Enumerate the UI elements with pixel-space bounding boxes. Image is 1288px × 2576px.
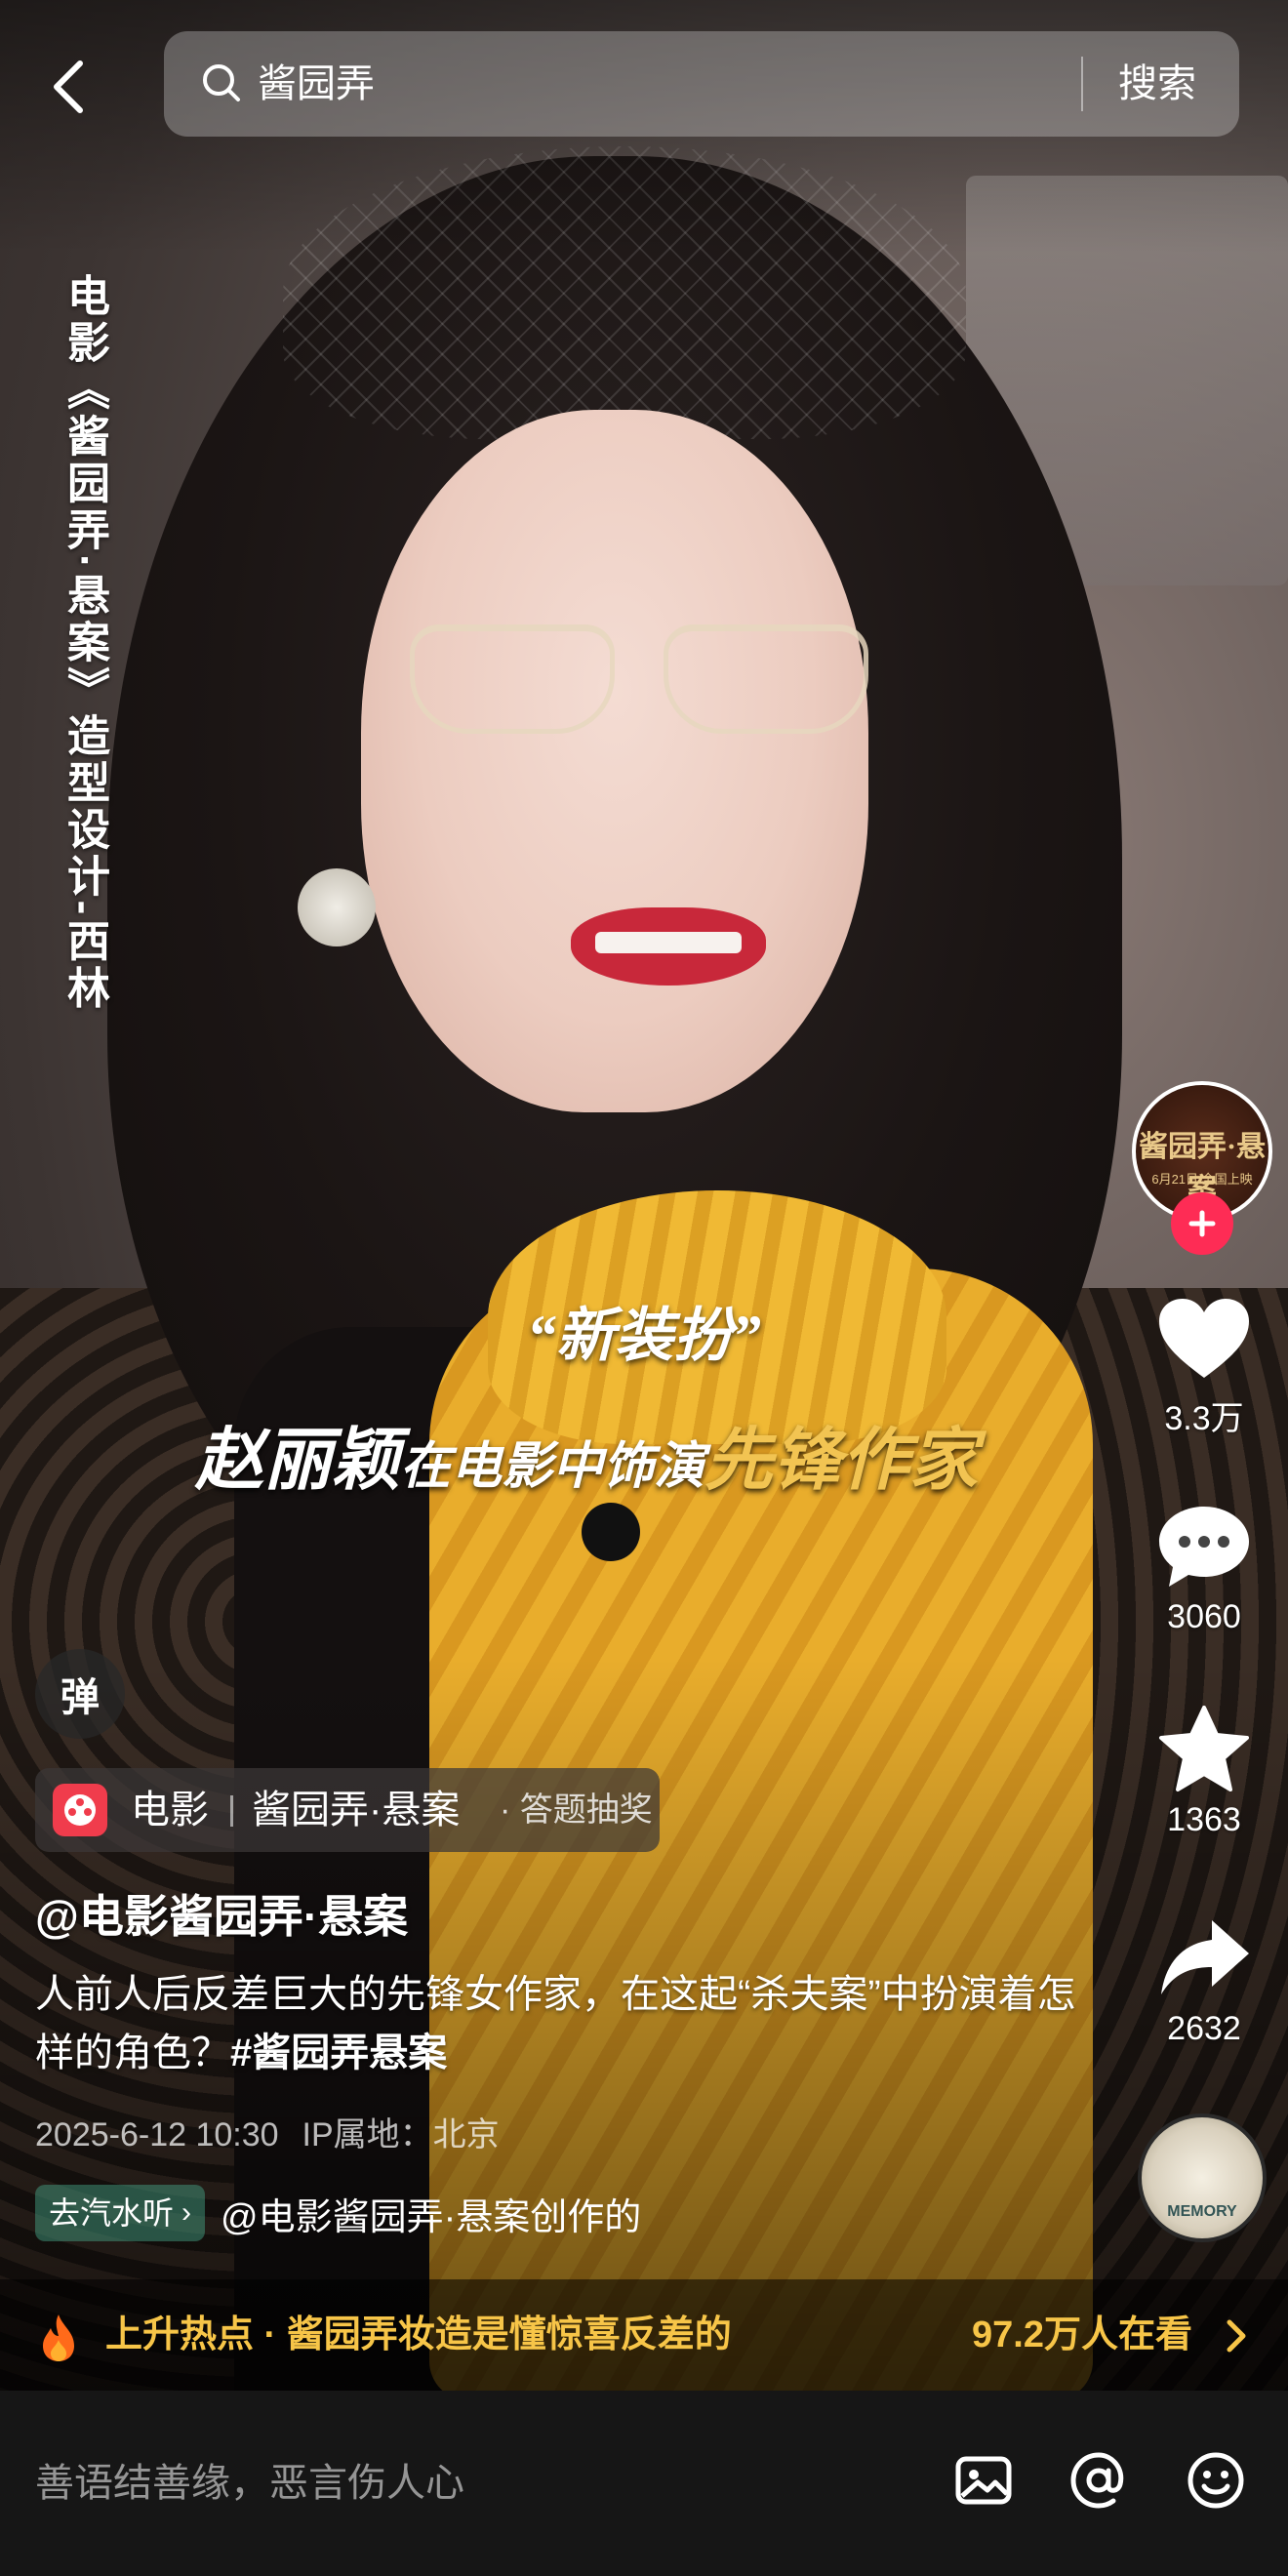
back-arrow-icon (54, 60, 83, 113)
movie-category: 电影 (131, 1789, 209, 1831)
movie-name: 酱园弄·悬案 (252, 1789, 461, 1831)
share-count: 2632 (1167, 2010, 1241, 2047)
share-button[interactable]: 2632 (1142, 1914, 1267, 2048)
hot-topic-text: 上升热点 · 酱园弄妆造是懂惊喜反差的 (105, 2314, 732, 2355)
at-icon[interactable] (1067, 2449, 1130, 2512)
music-disc[interactable]: MEMORY (1138, 2113, 1267, 2242)
search-icon (203, 64, 240, 101)
subtitle-line-1: “新装扮” (527, 1304, 761, 1368)
music-disc-text: MEMORY (1167, 2203, 1237, 2220)
chevron-right-icon (1227, 2319, 1246, 2353)
smile (595, 932, 742, 953)
search-bar[interactable]: 酱园弄 搜索 (164, 31, 1239, 137)
like-count: 3.3万 (1164, 1400, 1244, 1437)
vertical-video-title: 电影《酱园弄·悬案》造型设计-西林 (60, 273, 108, 1013)
movie-tag[interactable]: 电影 酱园弄·悬案 · 答题抽奖 (35, 1768, 660, 1852)
hot-topic-bar[interactable]: 上升热点 · 酱园弄妆造是懂惊喜反差的 97.2万人在看 (0, 2279, 1288, 2391)
description-text: 人前人后反差巨大的先锋女作家，在这起“杀夫案”中扮演着怎样的角色？ (35, 1973, 1076, 2074)
video-screen: 酱园弄 搜索 电影《酱园弄·悬案》造型设计-西林 “新装扮” 赵丽颖在电影中饰演… (0, 0, 1288, 2576)
movie-action: · 答题抽奖 (500, 1791, 653, 1829)
plus-icon (1188, 1210, 1216, 1237)
hashtag-link[interactable]: #酱园弄悬案 (230, 2032, 447, 2074)
star-icon (1159, 1706, 1249, 1791)
comment-bar: 善语结善缘，恶言伤人心 (0, 2391, 1288, 2576)
avatar-logo-sub: 6月21日 全国上映 (1151, 1172, 1253, 1187)
search-input[interactable]: 酱园弄 (258, 31, 375, 137)
earring (298, 868, 376, 946)
face (361, 410, 868, 1112)
post-meta: 2025-6-12 10:30 IP属地：北京 (35, 2108, 500, 2155)
fire-icon (43, 2314, 74, 2361)
lapel-microphone (582, 1503, 640, 1561)
follow-button[interactable] (1171, 1192, 1233, 1255)
subtitle-name: 赵丽颖 (195, 1424, 400, 1499)
movie-icon (53, 1784, 107, 1836)
chevron-right-icon: › (181, 2196, 192, 2229)
comment-icon (1159, 1507, 1249, 1587)
ip-location: IP属地：北京 (302, 2116, 500, 2153)
qishui-label: 去汽水听 (49, 2195, 175, 2231)
favorite-count: 1363 (1167, 1801, 1241, 1838)
image-icon[interactable] (952, 2449, 1015, 2512)
search-button[interactable]: 搜索 (1118, 31, 1196, 137)
favorite-button[interactable]: 1363 (1142, 1706, 1267, 1839)
search-divider (1081, 57, 1083, 111)
comment-count: 3060 (1167, 1598, 1241, 1635)
subtitle-role: 先锋作家 (704, 1424, 979, 1499)
glasses (410, 624, 868, 734)
video-description: 人前人后反差巨大的先锋女作家，在这起“杀夫案”中扮演着怎样的角色？#酱园弄悬案 (35, 1965, 1108, 2082)
comment-button[interactable]: 3060 (1142, 1503, 1267, 1636)
subtitle-line-2: 赵丽颖在电影中饰演先锋作家 (195, 1405, 978, 1504)
subtitle-middle: 在电影中饰演 (400, 1439, 705, 1495)
music-credit[interactable]: @电影酱园弄·悬案创作的 (221, 2187, 641, 2240)
like-button[interactable]: 3.3万 (1142, 1296, 1267, 1439)
listen-on-qishui-button[interactable]: 去汽水听 › (35, 2185, 206, 2241)
share-icon (1161, 1920, 1249, 1994)
post-datetime: 2025-6-12 10:30 (35, 2116, 279, 2153)
emoji-icon[interactable] (1185, 2449, 1247, 2512)
back-button[interactable] (39, 53, 98, 121)
movie-tag-divider (230, 1795, 233, 1827)
music-row: 去汽水听 › @电影酱园弄·悬案创作的 (35, 2182, 641, 2244)
author-name[interactable]: @电影酱园弄·悬案 (35, 1881, 408, 1946)
danmaku-toggle[interactable]: 弹 (35, 1649, 125, 1739)
heart-icon (1159, 1299, 1249, 1378)
comment-input[interactable]: 善语结善缘，恶言伤人心 (35, 2391, 464, 2576)
viewer-count: 97.2万人在看 (972, 2314, 1192, 2355)
